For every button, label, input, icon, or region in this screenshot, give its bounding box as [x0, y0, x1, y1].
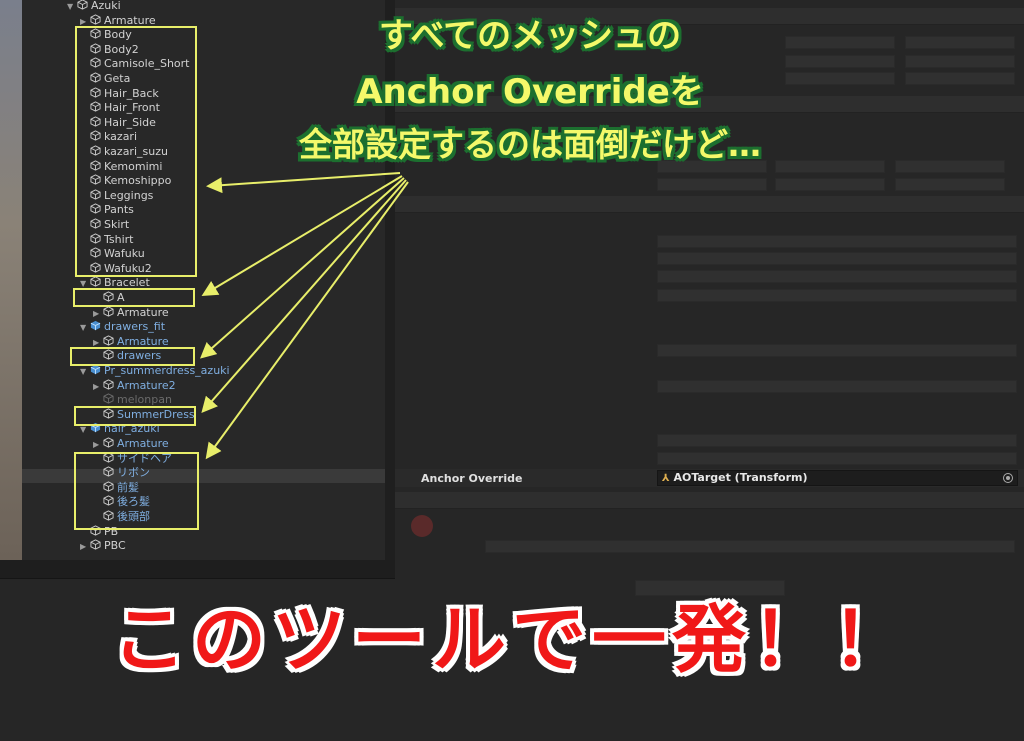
caption-line-1: すべてのメッシュの [378, 16, 682, 56]
caption-line-3: 全部設定するのは面倒だけど… [299, 125, 761, 164]
annotation-arrow [206, 172, 401, 194]
caption-line-2: Anchor Overrideを [356, 72, 704, 112]
highlight-box-avatar-meshes [75, 26, 197, 277]
promo-banner: このツールで一発！！ [112, 597, 912, 683]
highlight-box-summerdress-mesh [74, 406, 196, 426]
annotation-arrow [201, 179, 407, 414]
annotation-arrow [200, 177, 405, 359]
annotation-arrow [201, 175, 403, 297]
highlight-box-bracelet-mesh [73, 288, 195, 307]
highlight-box-drawers-mesh [70, 347, 195, 366]
annotation-arrow [205, 181, 409, 460]
highlight-box-hair-meshes [74, 452, 199, 530]
